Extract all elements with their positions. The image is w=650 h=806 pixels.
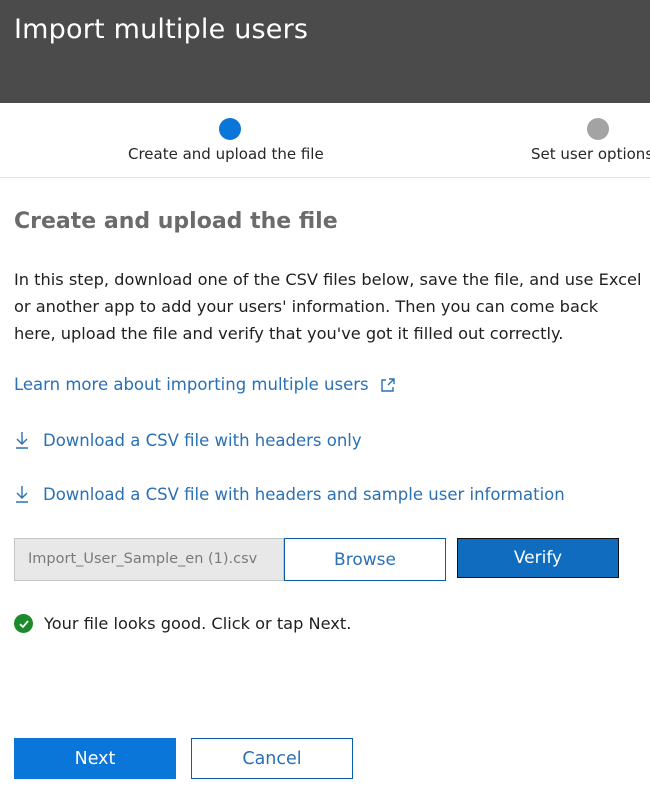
- file-name-field[interactable]: Import_User_Sample_en (1).csv: [14, 538, 284, 581]
- browse-button[interactable]: Browse: [284, 538, 446, 581]
- intro-text: In this step, download one of the CSV fi…: [14, 270, 642, 343]
- learn-more-link[interactable]: Learn more about importing multiple user…: [14, 375, 397, 394]
- page-title: Import multiple users: [14, 14, 309, 45]
- download-sample-label: Download a CSV file with headers and sam…: [43, 484, 565, 504]
- step-2-indicator: [587, 118, 609, 140]
- check-circle-icon: [14, 614, 33, 633]
- download-headers-label: Download a CSV file with headers only: [43, 430, 362, 450]
- progress-stepper: Create and upload the file Set user opti…: [0, 103, 650, 178]
- external-link-icon: [379, 376, 397, 394]
- step-1-label: Create and upload the file: [128, 145, 324, 163]
- cancel-button[interactable]: Cancel: [191, 738, 353, 779]
- verify-button[interactable]: Verify: [457, 538, 619, 578]
- header-bar: Import multiple users: [0, 0, 650, 103]
- step-2-label: Set user options: [531, 145, 650, 163]
- section-title: Create and upload the file: [14, 209, 338, 234]
- next-button[interactable]: Next: [14, 738, 176, 779]
- download-headers-link[interactable]: Download a CSV file with headers only: [14, 430, 362, 450]
- download-sample-link[interactable]: Download a CSV file with headers and sam…: [14, 484, 565, 504]
- download-icon: [14, 484, 30, 504]
- download-icon: [14, 430, 30, 450]
- status-text: Your file looks good. Click or tap Next.: [44, 614, 352, 633]
- learn-more-label: Learn more about importing multiple user…: [14, 375, 369, 394]
- verification-status: Your file looks good. Click or tap Next.: [14, 614, 351, 633]
- step-1-indicator: [219, 118, 241, 140]
